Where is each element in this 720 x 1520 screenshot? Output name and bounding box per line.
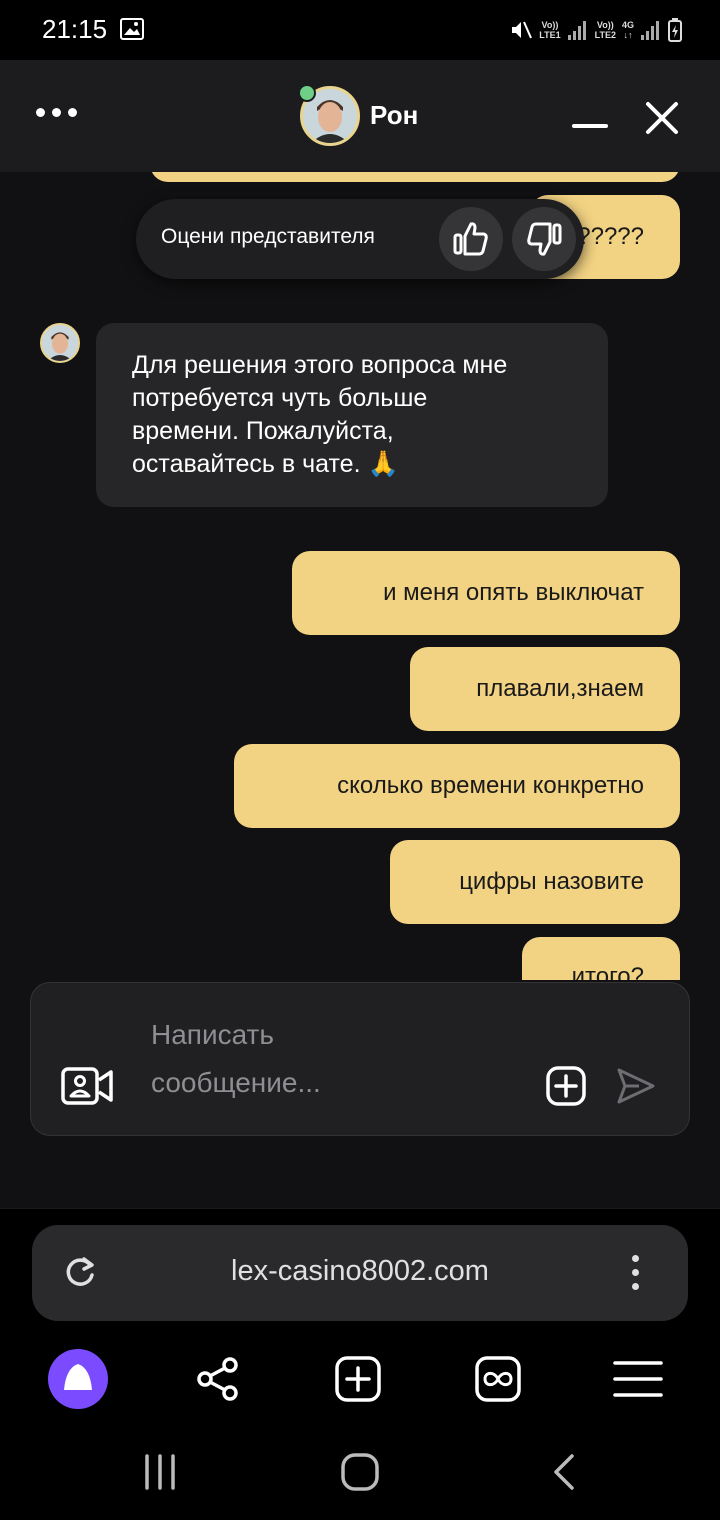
- chat-messages: ????? Оцени представителя Для решения эт…: [0, 172, 720, 980]
- share-button[interactable]: [186, 1347, 250, 1411]
- address-bar[interactable]: lex-casino8002.com: [32, 1225, 688, 1321]
- browser-nav: [0, 1347, 720, 1411]
- status-bar: 21:15 Vo)) LTE1 Vo)) LTE2 4G ↓↑: [0, 0, 720, 60]
- sim2-label: Vo)) LTE2: [594, 20, 616, 40]
- thumbs-down-button[interactable]: [512, 207, 576, 271]
- tabs-button[interactable]: [466, 1347, 530, 1411]
- battery-icon: [668, 18, 682, 42]
- new-tab-icon: [335, 1356, 381, 1402]
- thumbs-up-button[interactable]: [439, 207, 503, 271]
- gallery-icon: [120, 18, 144, 40]
- user-message: плавали,знаем: [410, 647, 680, 731]
- send-icon[interactable]: [615, 1065, 657, 1107]
- signal-icon: [567, 21, 586, 40]
- status-time: 21:15: [42, 14, 108, 44]
- agent-message-line: времени. Пожалуйста,: [132, 417, 394, 445]
- video-call-icon[interactable]: [61, 1067, 113, 1105]
- url-text: lex-casino8002.com: [231, 1255, 489, 1287]
- alice-icon: [48, 1349, 108, 1409]
- online-indicator: [298, 84, 316, 102]
- new-tab-button[interactable]: [326, 1347, 390, 1411]
- message-composer: Написать сообщение...: [30, 982, 690, 1136]
- add-attachment-icon[interactable]: [545, 1065, 587, 1107]
- tabs-icon: [475, 1356, 521, 1402]
- thumbs-up-icon: [453, 222, 488, 256]
- more-dots-icon[interactable]: [36, 108, 77, 117]
- signal-icon: [641, 21, 659, 40]
- agent-message-line: оставайтесь в чате. 🙏: [132, 450, 399, 478]
- user-message-partial-top: [150, 172, 680, 182]
- rate-agent-prompt: Оцени представителя: [136, 199, 584, 279]
- share-icon: [197, 1357, 238, 1401]
- user-message: итого?: [522, 937, 680, 980]
- minimize-icon[interactable]: [572, 124, 608, 128]
- browser-menu-button[interactable]: [606, 1347, 670, 1411]
- user-message: сколько времени конкретно: [234, 744, 680, 828]
- alice-button[interactable]: [46, 1347, 110, 1411]
- chat-header: Рон: [0, 60, 720, 172]
- menu-icon: [613, 1361, 663, 1397]
- back-icon[interactable]: [548, 1452, 578, 1492]
- close-icon[interactable]: [644, 100, 680, 136]
- user-message: и меня опять выключат: [292, 551, 680, 635]
- sim1-label: Vo)) LTE1: [539, 20, 561, 40]
- message-input-placeholder: сообщение...: [151, 1067, 321, 1098]
- agent-message-line: Для решения этого вопроса мне: [132, 351, 508, 379]
- agent-small-avatar: [40, 323, 80, 363]
- status-right-icons: Vo)) LTE1 Vo)) LTE2 4G ↓↑: [509, 16, 682, 44]
- user-message: цифры назовите: [390, 840, 680, 924]
- agent-name: Рон: [370, 100, 419, 130]
- more-vertical-icon[interactable]: [632, 1255, 639, 1290]
- agent-message-line: потребуется чуть больше: [132, 384, 428, 412]
- thumbs-down-icon: [527, 222, 562, 256]
- home-icon[interactable]: [340, 1452, 380, 1492]
- rate-agent-label: Оцени представителя: [161, 225, 375, 248]
- message-input-placeholder: Написать: [151, 1019, 274, 1050]
- mute-icon: [512, 21, 533, 39]
- recent-apps-icon[interactable]: [142, 1452, 178, 1492]
- network-label: 4G ↓↑: [621, 20, 634, 40]
- agent-message: Для решения этого вопроса мне потребуетс…: [96, 323, 608, 507]
- system-navigation: [0, 1430, 720, 1520]
- message-input[interactable]: Написать сообщение...: [151, 1011, 531, 1107]
